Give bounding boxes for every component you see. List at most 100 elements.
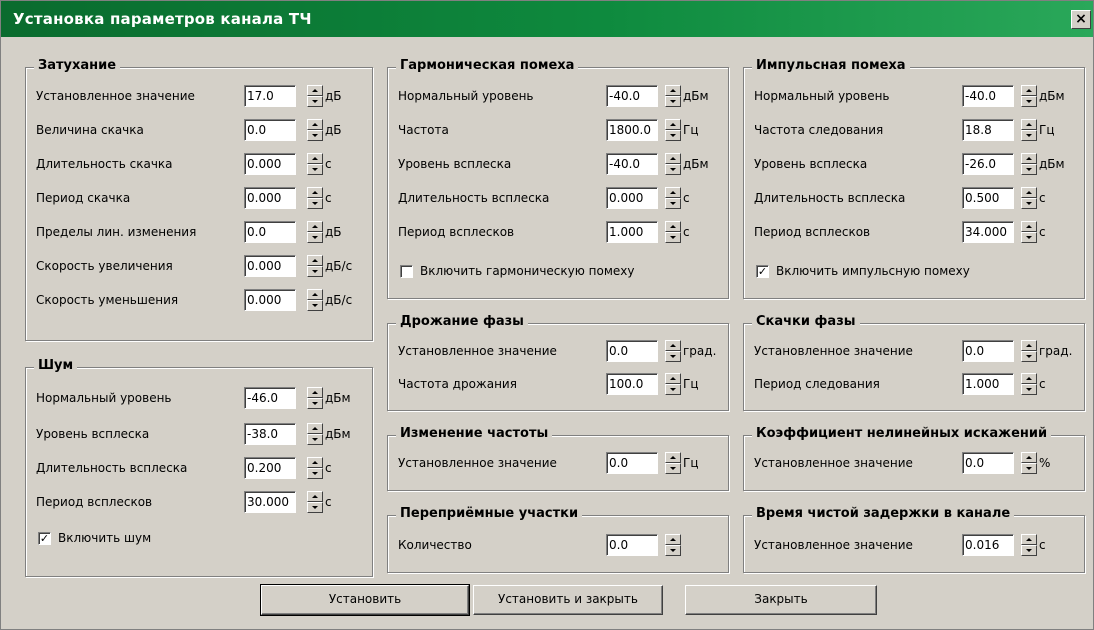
spin-down-icon[interactable]	[1021, 232, 1037, 243]
param-input[interactable]: 0.016	[962, 534, 1014, 556]
spin-down-icon[interactable]	[1021, 351, 1037, 362]
spin-down-icon[interactable]	[307, 232, 323, 243]
spin-up-icon[interactable]	[665, 187, 681, 198]
spin-down-icon[interactable]	[665, 198, 681, 209]
spinner[interactable]	[665, 452, 681, 474]
spinner[interactable]	[307, 221, 323, 243]
param-input[interactable]: -40.0	[962, 85, 1014, 107]
spinner[interactable]	[665, 373, 681, 395]
spin-down-icon[interactable]	[665, 384, 681, 395]
spinner[interactable]	[307, 119, 323, 141]
spinner[interactable]	[665, 340, 681, 362]
param-input[interactable]: 18.8	[962, 119, 1014, 141]
spin-down-icon[interactable]	[665, 463, 681, 474]
spin-down-icon[interactable]	[665, 545, 681, 556]
spinner[interactable]	[1021, 153, 1037, 175]
spin-down-icon[interactable]	[307, 300, 323, 311]
spin-up-icon[interactable]	[1021, 85, 1037, 96]
spin-down-icon[interactable]	[1021, 130, 1037, 141]
param-input[interactable]: 100.0	[606, 373, 658, 395]
spinner[interactable]	[307, 255, 323, 277]
param-input[interactable]: 0.0	[962, 452, 1014, 474]
param-input[interactable]: -40.0	[606, 153, 658, 175]
param-input[interactable]: 0.0	[244, 119, 296, 141]
spin-down-icon[interactable]	[307, 434, 323, 445]
spin-up-icon[interactable]	[665, 119, 681, 130]
param-input[interactable]: 30.000	[244, 491, 296, 513]
param-input[interactable]: 34.000	[962, 221, 1014, 243]
param-input[interactable]: 0.000	[244, 153, 296, 175]
spinner[interactable]	[1021, 452, 1037, 474]
spin-up-icon[interactable]	[307, 187, 323, 198]
spin-up-icon[interactable]	[1021, 221, 1037, 232]
spinner[interactable]	[307, 153, 323, 175]
spin-up-icon[interactable]	[307, 119, 323, 130]
spinner[interactable]	[307, 289, 323, 311]
spin-up-icon[interactable]	[307, 85, 323, 96]
spin-up-icon[interactable]	[1021, 452, 1037, 463]
spin-down-icon[interactable]	[1021, 463, 1037, 474]
spinner[interactable]	[307, 187, 323, 209]
spinner[interactable]	[1021, 534, 1037, 556]
spin-down-icon[interactable]	[307, 96, 323, 107]
spinner[interactable]	[1021, 187, 1037, 209]
param-input[interactable]: 0.0	[962, 340, 1014, 362]
spin-up-icon[interactable]	[307, 457, 323, 468]
checkbox-box[interactable]: ✓	[38, 532, 51, 545]
param-input[interactable]: 0.000	[606, 187, 658, 209]
spin-up-icon[interactable]	[307, 221, 323, 232]
spin-up-icon[interactable]	[1021, 153, 1037, 164]
param-input[interactable]: 0.0	[606, 534, 658, 556]
spin-up-icon[interactable]	[307, 491, 323, 502]
spin-down-icon[interactable]	[1021, 96, 1037, 107]
spin-down-icon[interactable]	[307, 198, 323, 209]
spin-up-icon[interactable]	[665, 452, 681, 463]
set-and-close-button[interactable]: Установить и закрыть	[473, 585, 663, 615]
spin-up-icon[interactable]	[307, 423, 323, 434]
spin-up-icon[interactable]	[665, 153, 681, 164]
spinner[interactable]	[665, 153, 681, 175]
param-input[interactable]: 0.500	[962, 187, 1014, 209]
spin-up-icon[interactable]	[665, 85, 681, 96]
spinner[interactable]	[1021, 221, 1037, 243]
enable-impulse-checkbox[interactable]: ✓ Включить импульсную помеху	[756, 264, 1056, 282]
spinner[interactable]	[307, 423, 323, 445]
spin-down-icon[interactable]	[1021, 198, 1037, 209]
spin-up-icon[interactable]	[665, 534, 681, 545]
param-input[interactable]: -40.0	[606, 85, 658, 107]
spin-down-icon[interactable]	[307, 502, 323, 513]
param-input[interactable]: -38.0	[244, 423, 296, 445]
spinner[interactable]	[1021, 119, 1037, 141]
spinner[interactable]	[665, 85, 681, 107]
enable-noise-checkbox[interactable]: ✓ Включить шум	[38, 531, 238, 549]
spin-down-icon[interactable]	[665, 130, 681, 141]
param-input[interactable]: 1800.0	[606, 119, 658, 141]
spinner[interactable]	[665, 119, 681, 141]
spin-up-icon[interactable]	[665, 340, 681, 351]
spin-up-icon[interactable]	[665, 221, 681, 232]
spinner[interactable]	[307, 387, 323, 409]
param-input[interactable]: 0.000	[244, 289, 296, 311]
spin-down-icon[interactable]	[307, 468, 323, 479]
spinner[interactable]	[307, 491, 323, 513]
param-input[interactable]: 0.0	[244, 221, 296, 243]
spin-down-icon[interactable]	[307, 130, 323, 141]
param-input[interactable]: 0.000	[244, 255, 296, 277]
param-input[interactable]: 0.000	[244, 187, 296, 209]
checkbox-box[interactable]: ✓	[756, 265, 769, 278]
spin-up-icon[interactable]	[1021, 187, 1037, 198]
enable-harmonic-checkbox[interactable]: Включить гармоническую помеху	[400, 264, 700, 282]
spinner[interactable]	[1021, 85, 1037, 107]
close-icon[interactable]: ×	[1071, 10, 1091, 29]
spin-up-icon[interactable]	[1021, 373, 1037, 384]
param-input[interactable]: 17.0	[244, 85, 296, 107]
param-input[interactable]: 0.200	[244, 457, 296, 479]
spinner[interactable]	[1021, 373, 1037, 395]
spin-down-icon[interactable]	[1021, 545, 1037, 556]
spinner[interactable]	[665, 534, 681, 556]
spinner[interactable]	[665, 187, 681, 209]
spin-down-icon[interactable]	[307, 266, 323, 277]
param-input[interactable]: 0.0	[606, 340, 658, 362]
spin-up-icon[interactable]	[307, 153, 323, 164]
spin-up-icon[interactable]	[1021, 119, 1037, 130]
